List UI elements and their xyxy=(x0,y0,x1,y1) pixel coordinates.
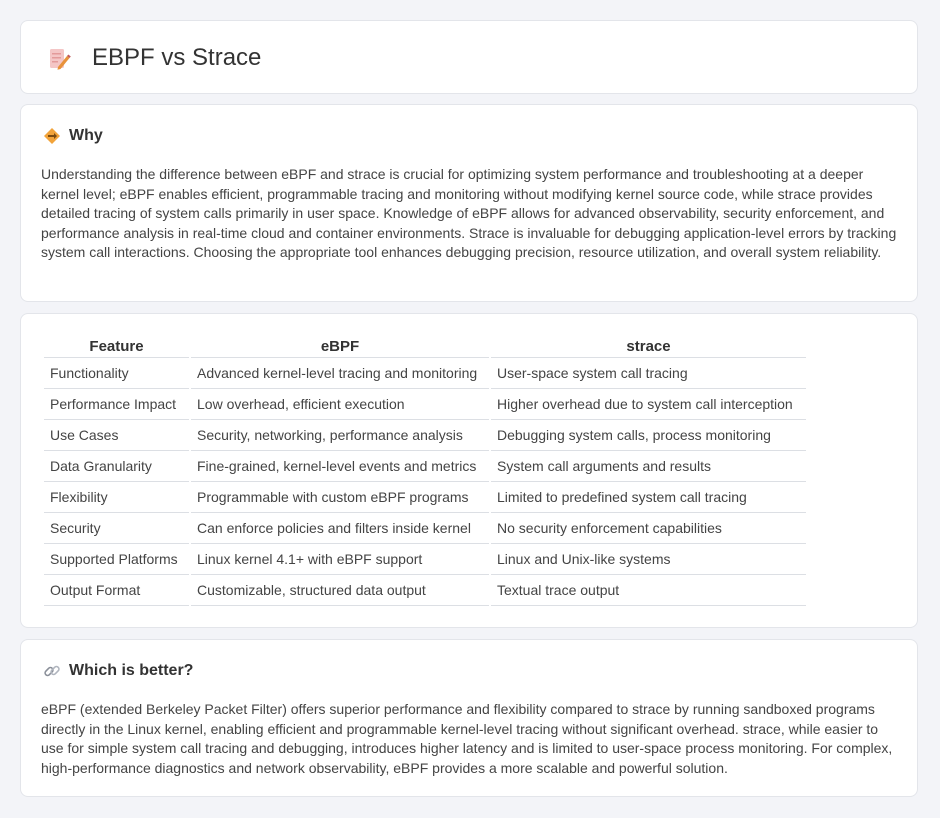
why-text: Understanding the difference between eBP… xyxy=(41,166,897,260)
ebpf-cell: Customizable, structured data output xyxy=(191,575,489,606)
table-header-row: Feature eBPF strace xyxy=(44,336,806,358)
strace-cell: No security enforcement capabilities xyxy=(491,513,806,544)
strace-cell: Debugging system calls, process monitori… xyxy=(491,420,806,451)
column-header-feature: Feature xyxy=(44,336,189,358)
comparison-table: Feature eBPF strace Functionality Advanc… xyxy=(42,336,808,606)
ebpf-cell: Can enforce policies and filters inside … xyxy=(191,513,489,544)
page-title: EBPF vs Strace xyxy=(92,44,262,71)
table-row: Use Cases Security, networking, performa… xyxy=(44,420,806,451)
feature-cell: Output Format xyxy=(44,575,189,606)
column-header-ebpf: eBPF xyxy=(191,336,489,358)
table-row: Data Granularity Fine-grained, kernel-le… xyxy=(44,451,806,482)
ebpf-cell: Linux kernel 4.1+ with eBPF support xyxy=(191,544,489,575)
column-header-strace: strace xyxy=(491,336,806,358)
feature-cell: Security xyxy=(44,513,189,544)
document-pencil-icon xyxy=(50,49,71,70)
table-row: Flexibility Programmable with custom eBP… xyxy=(44,482,806,513)
why-section: Why Understanding the difference between… xyxy=(20,104,918,302)
ebpf-cell: Low overhead, efficient execution xyxy=(191,389,489,420)
feature-cell: Use Cases xyxy=(44,420,189,451)
better-heading: Which is better? xyxy=(69,662,194,679)
table-row: Output Format Customizable, structured d… xyxy=(44,575,806,606)
comparison-section: Feature eBPF strace Functionality Advanc… xyxy=(20,313,918,628)
link-icon xyxy=(44,665,60,677)
why-heading: Why xyxy=(69,127,103,144)
strace-cell: Limited to predefined system call tracin… xyxy=(491,482,806,513)
table-row: Supported Platforms Linux kernel 4.1+ wi… xyxy=(44,544,806,575)
strace-cell: System call arguments and results xyxy=(491,451,806,482)
why-heading-row: Why xyxy=(43,127,103,145)
ebpf-cell: Programmable with custom eBPF programs xyxy=(191,482,489,513)
table-row: Functionality Advanced kernel-level trac… xyxy=(44,358,806,389)
strace-cell: Higher overhead due to system call inter… xyxy=(491,389,806,420)
header-card: EBPF vs Strace xyxy=(20,20,918,94)
ebpf-cell: Security, networking, performance analys… xyxy=(191,420,489,451)
strace-cell: User-space system call tracing xyxy=(491,358,806,389)
feature-cell: Supported Platforms xyxy=(44,544,189,575)
diamond-sign-icon xyxy=(44,128,60,144)
feature-cell: Data Granularity xyxy=(44,451,189,482)
feature-cell: Functionality xyxy=(44,358,189,389)
better-heading-row: Which is better? xyxy=(43,662,193,680)
ebpf-cell: Advanced kernel-level tracing and monito… xyxy=(191,358,489,389)
table-row: Security Can enforce policies and filter… xyxy=(44,513,806,544)
which-is-better-section: Which is better? eBPF (extended Berkeley… xyxy=(20,639,918,797)
feature-cell: Performance Impact xyxy=(44,389,189,420)
feature-cell: Flexibility xyxy=(44,482,189,513)
table-row: Performance Impact Low overhead, efficie… xyxy=(44,389,806,420)
better-text: eBPF (extended Berkeley Packet Filter) o… xyxy=(41,701,893,776)
strace-cell: Linux and Unix-like systems xyxy=(491,544,806,575)
ebpf-cell: Fine-grained, kernel-level events and me… xyxy=(191,451,489,482)
strace-cell: Textual trace output xyxy=(491,575,806,606)
